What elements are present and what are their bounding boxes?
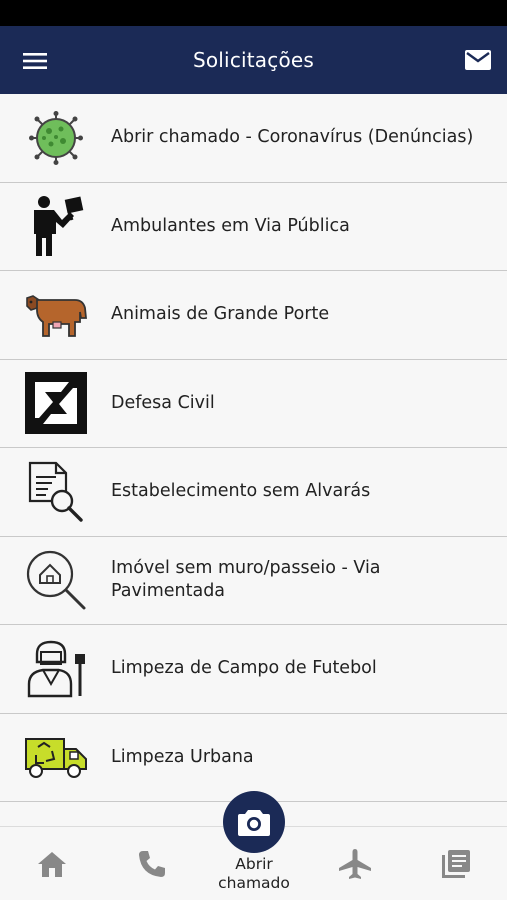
list-item[interactable]: Ambulantes em Via Pública <box>0 182 507 271</box>
list-item[interactable]: Animais de Grande Porte <box>0 271 507 360</box>
list-item-label: Defesa Civil <box>111 392 215 413</box>
list-item[interactable]: Limpeza de Campo de Futebol <box>0 625 507 714</box>
house-search-icon <box>26 551 85 610</box>
list-item[interactable]: Defesa Civil <box>0 359 507 448</box>
status-bar <box>0 0 507 26</box>
mail-button[interactable] <box>461 44 495 76</box>
camera-icon <box>238 810 270 836</box>
list-item[interactable]: Estabelecimento sem Alvarás <box>0 448 507 537</box>
airplane-icon <box>339 849 371 879</box>
mail-icon <box>465 50 491 70</box>
list-item-label: Limpeza de Campo de Futebol <box>111 658 377 679</box>
list-item-label: Animais de Grande Porte <box>111 304 330 325</box>
nav-flights[interactable] <box>325 827 385 900</box>
open-ticket-button[interactable] <box>223 791 285 853</box>
list-item[interactable]: Limpeza Urbana <box>0 713 507 802</box>
garbage-truck-icon <box>24 738 87 779</box>
list-item-label: Imóvel sem muro/passeio - Via Pavimentad… <box>111 558 381 602</box>
list-item-label: Limpeza Urbana <box>111 746 254 767</box>
open-ticket-label: Abrir chamado <box>218 855 290 892</box>
list-item-label: Abrir chamado - Coronavírus (Denúncias) <box>111 127 474 148</box>
menu-button[interactable] <box>18 46 52 76</box>
cleaner-icon <box>27 640 85 697</box>
page-title: Solicitações <box>192 48 315 72</box>
document-search-icon <box>28 461 83 522</box>
app-bar: Solicitações <box>0 26 507 94</box>
library-icon <box>442 850 470 878</box>
nav-phone[interactable] <box>122 827 182 900</box>
nav-library[interactable] <box>426 827 486 900</box>
street-vendor-icon <box>33 196 83 257</box>
home-icon <box>38 852 66 877</box>
list-item-label: Ambulantes em Via Pública <box>111 215 350 236</box>
list-item-label: Estabelecimento sem Alvarás <box>111 481 371 502</box>
list-item[interactable]: Abrir chamado - Coronavírus (Denúncias) <box>0 94 507 183</box>
request-list: Abrir chamado - Coronavírus (Denúncias) … <box>0 94 507 802</box>
cow-icon <box>25 294 87 337</box>
coronavirus-icon <box>28 110 83 165</box>
nav-home[interactable] <box>22 827 82 900</box>
list-item[interactable]: Imóvel sem muro/passeio - Via Pavimentad… <box>0 536 507 625</box>
civil-defense-icon <box>24 372 87 435</box>
menu-icon <box>23 53 47 69</box>
phone-icon <box>139 851 165 877</box>
